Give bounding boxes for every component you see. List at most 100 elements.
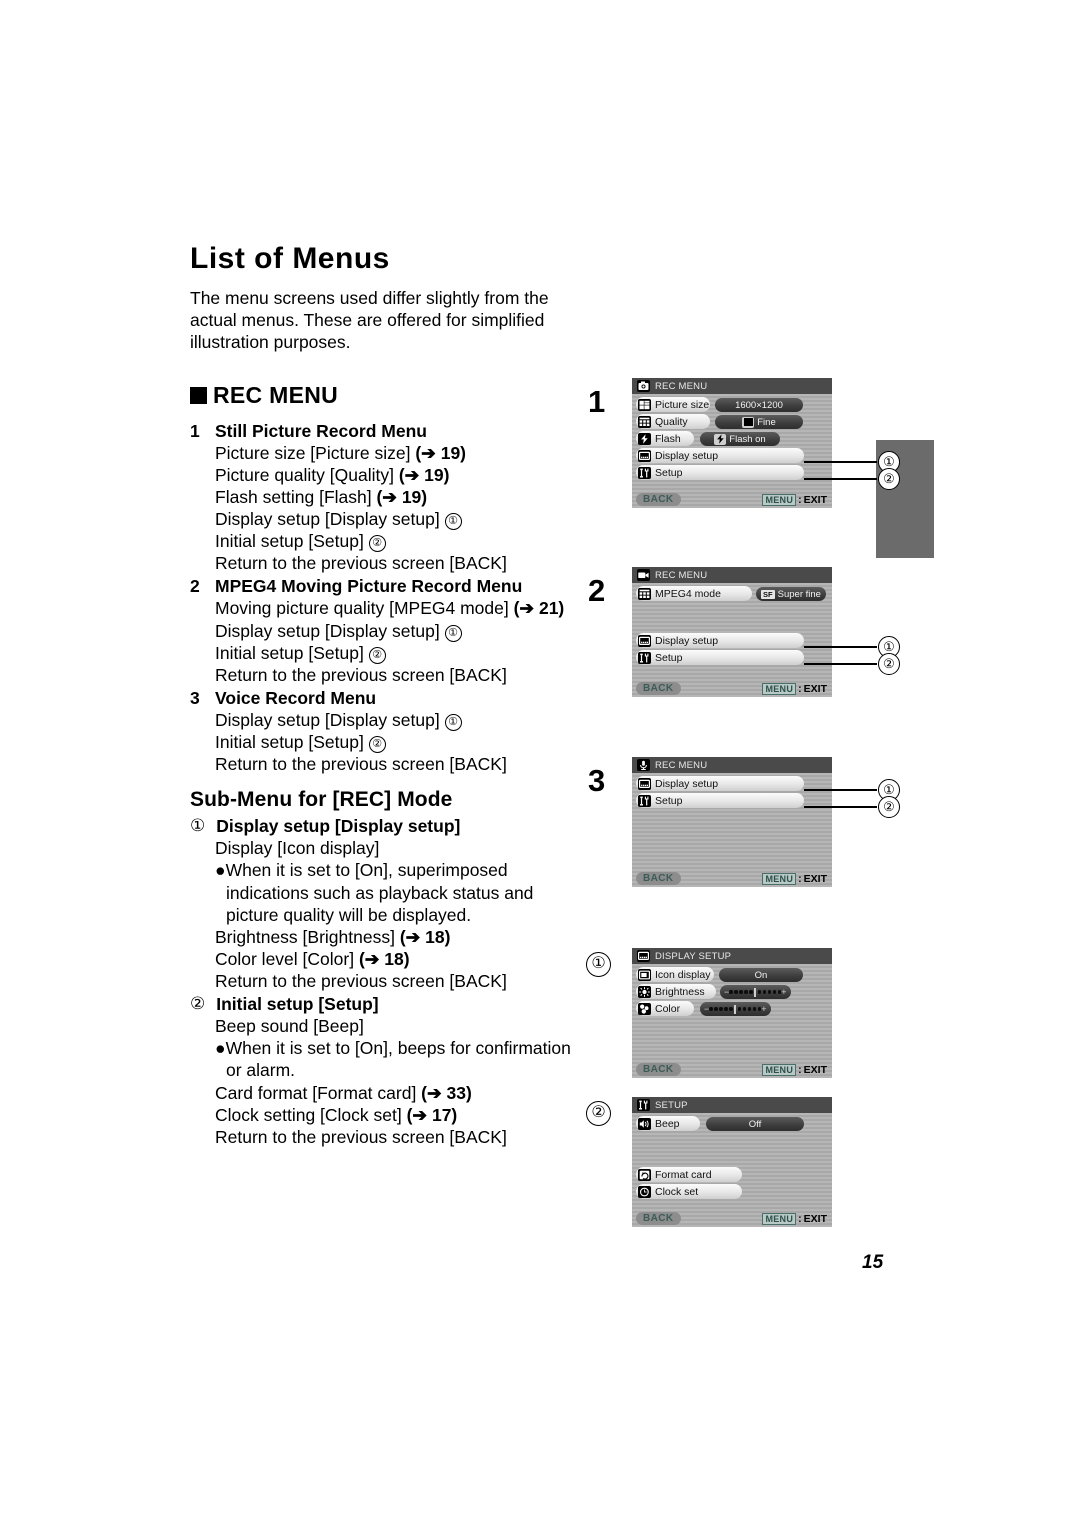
menu-row-pill[interactable]: Picture size bbox=[636, 397, 710, 412]
level-slider[interactable]: − + bbox=[720, 985, 791, 999]
screen-figure-screen1: 1 REC MENU Picture size 1600×1200 Quality Fin… bbox=[588, 378, 900, 508]
value-pill[interactable]: SF Super fine bbox=[756, 587, 826, 601]
slider-dot bbox=[752, 1007, 757, 1011]
submenu-item-header: ① Display setup [Display setup] bbox=[190, 816, 590, 837]
menu-key-chip[interactable]: MENU bbox=[762, 1063, 797, 1076]
menu-row-pill[interactable]: MPEG4 mode bbox=[636, 586, 752, 601]
level-slider[interactable]: − + bbox=[700, 1002, 771, 1016]
rec-menu-heading-label: REC MENU bbox=[213, 381, 339, 408]
menu-row-label: Quality bbox=[655, 415, 688, 428]
menu-row-pill[interactable]: Setup bbox=[636, 465, 804, 480]
menu-row-pill[interactable]: Clock set bbox=[636, 1184, 742, 1199]
menu-row[interactable]: Setup bbox=[636, 793, 804, 808]
menu-row-label: Format card bbox=[655, 1168, 712, 1181]
value-pill[interactable]: Off bbox=[706, 1117, 804, 1131]
menu-key-chip[interactable]: MENU bbox=[762, 493, 797, 506]
menu-row[interactable]: MPEG4 mode bbox=[636, 586, 752, 601]
menu-row[interactable]: Format card bbox=[636, 1167, 742, 1182]
menu-row[interactable]: Icon display bbox=[636, 967, 714, 982]
rec-menu-heading: REC MENU bbox=[190, 382, 590, 409]
menu-key-chip[interactable]: MENU bbox=[762, 1212, 797, 1225]
screen-footer: BACK MENU: EXIT bbox=[632, 1210, 832, 1227]
value-label: Super fine bbox=[777, 588, 821, 600]
slider-dot bbox=[737, 1007, 742, 1011]
page-reference: (➔ 19) bbox=[415, 442, 467, 463]
slider-center-mark bbox=[754, 987, 757, 997]
menu-row-value[interactable]: − + bbox=[700, 1002, 804, 1017]
menu-row-pill[interactable]: Brightness bbox=[636, 984, 716, 999]
icon-display-icon bbox=[638, 968, 651, 981]
brightness-icon bbox=[638, 985, 651, 998]
callout-leader-line bbox=[804, 663, 877, 665]
callout-bubble: ② bbox=[878, 468, 900, 490]
back-button[interactable]: BACK bbox=[636, 682, 681, 695]
menu-row[interactable]: Brightness bbox=[636, 984, 716, 999]
slider-dot bbox=[757, 990, 762, 994]
screen-title-label: REC MENU bbox=[655, 569, 708, 581]
flash-icon bbox=[638, 432, 651, 445]
value-pill[interactable]: Flash on bbox=[700, 432, 780, 446]
menu-row-pill[interactable]: Format card bbox=[636, 1167, 742, 1182]
value-pill[interactable]: 1600×1200 bbox=[715, 398, 803, 412]
menu-row[interactable]: Display setup bbox=[636, 448, 804, 463]
item-detail-lines: Display setup [Display setup] ① Initial s… bbox=[215, 709, 590, 775]
back-button[interactable]: BACK bbox=[636, 1212, 681, 1225]
menu-row[interactable]: Clock set bbox=[636, 1184, 742, 1199]
menu-row-pill[interactable]: Flash bbox=[636, 431, 694, 446]
menu-row-label: Flash bbox=[655, 432, 681, 445]
submenu-item: ① Display setup [Display setup] Display [I… bbox=[190, 816, 590, 992]
detail-line: Return to the previous screen [BACK] bbox=[215, 971, 507, 992]
menu-key-chip[interactable]: MENU bbox=[762, 682, 797, 695]
value-pill[interactable]: On bbox=[719, 968, 803, 982]
menu-row-value[interactable]: Fine bbox=[715, 415, 803, 430]
exit-label: EXIT bbox=[803, 493, 827, 506]
menu-row-value[interactable]: Off bbox=[706, 1117, 804, 1132]
detail-line: Initial setup [Setup] ② bbox=[215, 530, 590, 553]
menu-row-pill[interactable]: Setup bbox=[636, 650, 804, 665]
menu-row[interactable]: Display setup bbox=[636, 633, 804, 648]
menu-row-value[interactable]: Flash on bbox=[700, 432, 780, 447]
back-button[interactable]: BACK bbox=[636, 872, 681, 885]
menu-row-pill[interactable]: Quality bbox=[636, 414, 710, 429]
back-button[interactable]: BACK bbox=[636, 493, 681, 506]
menu-row[interactable]: Display setup bbox=[636, 776, 804, 791]
menu-row[interactable]: Flash bbox=[636, 431, 694, 446]
text-column: List of Menus The menu screens used diff… bbox=[190, 243, 590, 1148]
menu-row-value[interactable]: SF Super fine bbox=[756, 587, 826, 602]
menu-row[interactable]: Setup bbox=[636, 465, 804, 480]
menu-row-pill[interactable]: Setup bbox=[636, 793, 804, 808]
detail-line: Display setup [Display setup] ① bbox=[215, 620, 590, 642]
menu-row-pill[interactable]: Display setup bbox=[636, 776, 804, 791]
menu-row[interactable]: Setup bbox=[636, 650, 804, 665]
menu-row-pill[interactable]: Display setup bbox=[636, 448, 804, 463]
detail-line: Return to the previous screen [BACK] bbox=[215, 754, 507, 775]
menu-row[interactable]: Quality bbox=[636, 414, 710, 429]
back-button[interactable]: BACK bbox=[636, 1063, 681, 1076]
menu-row-pill[interactable]: Icon display bbox=[636, 967, 714, 982]
value-pill[interactable]: Fine bbox=[715, 415, 803, 429]
menu-row-label: Setup bbox=[655, 466, 683, 479]
menu-key-chip[interactable]: MENU bbox=[762, 872, 797, 885]
menu-row-value[interactable]: − + bbox=[720, 985, 804, 1000]
super-fine-badge-icon: SF bbox=[761, 589, 775, 599]
slider-dot bbox=[739, 990, 743, 994]
page-reference: (➔ 19) bbox=[398, 464, 450, 485]
rec-menu-item-list: 1 Still Picture Record Menu Picture size [… bbox=[190, 421, 590, 776]
item-detail-lines-after: Brightness [Brightness] (➔ 18) Color leve… bbox=[215, 926, 590, 992]
submenu-item-list: ① Display setup [Display setup] Display [I… bbox=[190, 816, 590, 1148]
callout-leader-line bbox=[804, 461, 877, 463]
slider-center-mark bbox=[734, 1004, 737, 1014]
menu-row[interactable]: Picture size bbox=[636, 397, 710, 412]
menu-row[interactable]: Beep bbox=[636, 1116, 700, 1131]
exit-label: EXIT bbox=[803, 1212, 827, 1225]
menu-row-value[interactable]: 1600×1200 bbox=[715, 398, 803, 413]
lcd-screen: DISPLAY SETUP Icon display On Brightness − + C… bbox=[632, 948, 832, 1078]
menu-row[interactable]: Color bbox=[636, 1001, 694, 1016]
menu-row-pill[interactable]: Display setup bbox=[636, 633, 804, 648]
menu-row-label: Setup bbox=[655, 794, 683, 807]
menu-row-pill[interactable]: Color bbox=[636, 1001, 694, 1016]
menu-row-value[interactable]: On bbox=[719, 968, 803, 983]
value-label: Fine bbox=[757, 416, 776, 428]
menu-row-pill[interactable]: Beep bbox=[636, 1116, 700, 1131]
menu-row-label: Display setup bbox=[655, 634, 719, 647]
